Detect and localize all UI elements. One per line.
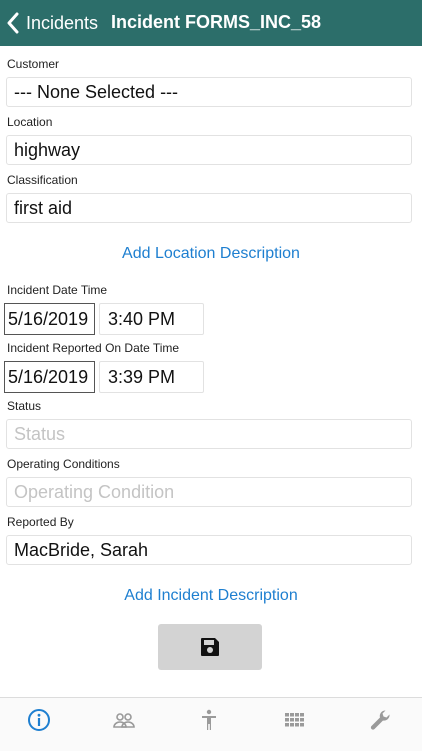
person-icon [202, 709, 216, 730]
tab-info[interactable] [26, 708, 52, 732]
incident-datetime-label: Incident Date Time [7, 283, 108, 297]
customer-label: Customer [7, 57, 60, 71]
location-label: Location [7, 115, 53, 129]
save-button[interactable] [158, 624, 262, 670]
reported-by-field[interactable]: MacBride, Sarah [6, 535, 412, 565]
save-icon [201, 638, 219, 656]
tab-settings[interactable] [368, 708, 394, 732]
classification-label: Classification [7, 173, 78, 187]
back-button[interactable]: Incidents [6, 10, 98, 36]
tab-grid[interactable] [282, 708, 308, 732]
info-icon [28, 709, 50, 731]
people-icon [113, 713, 135, 728]
page-title: Incident FORMS_INC_58 [111, 12, 322, 32]
reported-datetime-label: Incident Reported On Date Time [7, 341, 180, 355]
wrench-icon [370, 710, 390, 730]
incident-date-field[interactable]: 5/16/2019 [4, 303, 95, 335]
customer-field[interactable]: --- None Selected --- [6, 77, 412, 107]
add-location-description-link[interactable]: Add Location Description [0, 245, 422, 263]
back-label: Incidents [26, 12, 99, 33]
tab-bar [0, 697, 422, 751]
operating-conditions-label: Operating Conditions [7, 457, 120, 471]
incident-time-field[interactable]: 3:40 PM [99, 303, 204, 335]
grid-icon [285, 713, 304, 727]
reported-time-field[interactable]: 3:39 PM [99, 361, 204, 393]
nav-bar: Incidents Incident FORMS_INC_58 [0, 0, 422, 46]
reported-date-field[interactable]: 5/16/2019 [4, 361, 95, 393]
add-incident-description-link[interactable]: Add Incident Description [0, 587, 422, 605]
status-label: Status [7, 399, 42, 413]
reported-by-label: Reported By [7, 515, 74, 529]
tab-people[interactable] [111, 708, 137, 732]
chevron-left-icon [7, 12, 19, 34]
tab-person[interactable] [196, 708, 222, 732]
status-field[interactable]: Status [6, 419, 412, 449]
operating-conditions-field[interactable]: Operating Condition [6, 477, 412, 507]
location-field[interactable]: highway [6, 135, 412, 165]
classification-field[interactable]: first aid [6, 193, 412, 223]
